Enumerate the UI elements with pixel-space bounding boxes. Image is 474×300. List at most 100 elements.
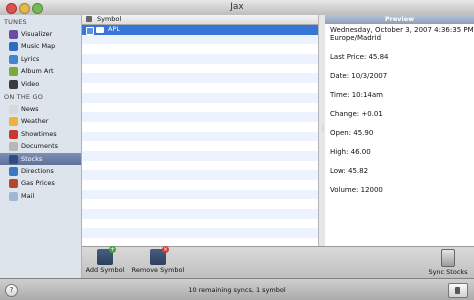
preview-time: Time: 10:14am bbox=[330, 91, 383, 99]
app-window: Jax TUNES Visualizer Music Map Lyrics Album … bbox=[0, 0, 474, 300]
sidebar-item-label: Video bbox=[21, 79, 40, 88]
preview-high: High: 46.00 bbox=[330, 148, 371, 156]
empty-row bbox=[82, 54, 318, 64]
window-title: Jax bbox=[230, 2, 244, 12]
title-bar: Jax bbox=[0, 0, 474, 16]
sidebar-item-label: Weather bbox=[21, 117, 49, 126]
sidebar-section-header: TUNES bbox=[4, 18, 27, 26]
empty-row bbox=[82, 83, 318, 93]
sidebar-item-weather[interactable]: Weather bbox=[0, 115, 81, 127]
sync-stocks-button[interactable]: Sync Stocks bbox=[426, 249, 470, 276]
empty-row bbox=[82, 73, 318, 84]
preview-low: Low: 45.82 bbox=[330, 167, 369, 175]
empty-row bbox=[82, 238, 318, 246]
music-map-icon bbox=[9, 42, 18, 52]
column-header-label: Symbol bbox=[97, 15, 122, 23]
sidebar-item-visualizer[interactable]: Visualizer bbox=[0, 28, 81, 40]
album-art-icon bbox=[9, 67, 18, 77]
empty-row bbox=[82, 170, 318, 180]
empty-row bbox=[82, 141, 318, 151]
empty-row bbox=[82, 150, 318, 161]
sidebar-item-lyrics[interactable]: Lyrics bbox=[0, 53, 81, 65]
empty-row bbox=[82, 161, 318, 171]
bottom-toolbar: + Add Symbol × Remove Symbol Sync Stocks bbox=[82, 246, 474, 279]
empty-row bbox=[82, 34, 318, 45]
directions-icon bbox=[9, 166, 18, 176]
remove-symbol-button[interactable]: × Remove Symbol bbox=[130, 246, 186, 274]
symbol-list[interactable]: Symbol APL bbox=[82, 15, 318, 246]
sync-stocks-label: Sync Stocks bbox=[428, 268, 468, 276]
minimize-window-button[interactable] bbox=[19, 3, 30, 14]
preview-header: Preview bbox=[325, 15, 474, 24]
empty-row bbox=[82, 199, 318, 209]
stock-chart-remove-icon: × bbox=[150, 246, 169, 265]
device-button[interactable] bbox=[448, 283, 468, 298]
empty-row bbox=[82, 64, 318, 74]
status-bar: ? 10 remaining syncs, 1 symbol bbox=[0, 278, 474, 300]
sidebar-item-label: Lyrics bbox=[21, 54, 40, 63]
empty-row bbox=[82, 92, 318, 103]
sidebar-item-album-art[interactable]: Album Art bbox=[0, 65, 81, 77]
empty-row bbox=[82, 209, 318, 219]
sidebar-item-stocks[interactable]: Stocks bbox=[0, 152, 81, 165]
sidebar-item-label: Music Map bbox=[21, 42, 56, 51]
remove-symbol-label: Remove Symbol bbox=[131, 266, 185, 274]
sidebar: TUNES Visualizer Music Map Lyrics Album Art V… bbox=[0, 15, 82, 278]
symbol-rows: APL bbox=[82, 25, 318, 246]
sidebar-section-header: ON THE GO bbox=[4, 92, 44, 101]
documents-icon bbox=[9, 142, 18, 152]
lyrics-icon bbox=[9, 54, 18, 64]
empty-row bbox=[82, 228, 318, 239]
sidebar-item-showtimes[interactable]: Showtimes bbox=[0, 128, 81, 140]
zoom-window-button[interactable] bbox=[32, 3, 43, 14]
add-symbol-label: Add Symbol bbox=[85, 266, 125, 274]
sidebar-item-label: Gas Prices bbox=[21, 179, 55, 188]
empty-row bbox=[82, 180, 318, 190]
sidebar-item-mail[interactable]: Mail bbox=[0, 190, 81, 202]
sidebar-item-directions[interactable]: Directions bbox=[0, 165, 81, 177]
sidebar-item-label: Documents bbox=[21, 142, 59, 151]
news-icon bbox=[9, 104, 18, 114]
sidebar-item-label: Showtimes bbox=[21, 129, 57, 138]
empty-row bbox=[82, 219, 318, 229]
empty-row bbox=[82, 44, 318, 54]
mail-icon bbox=[9, 191, 18, 201]
preview-open: Open: 45.90 bbox=[330, 129, 374, 137]
sidebar-item-label: Mail bbox=[21, 191, 35, 200]
sidebar-item-label: Stocks bbox=[21, 154, 43, 163]
empty-row bbox=[82, 103, 318, 113]
plus-icon: + bbox=[109, 246, 116, 253]
preview-date-line: Wednesday, October 3, 2007 4:36:35 PM bbox=[330, 26, 474, 34]
stock-symbol-icon bbox=[96, 27, 104, 33]
phone-sync-icon bbox=[441, 249, 455, 267]
sidebar-item-label: Album Art bbox=[21, 67, 54, 76]
preview-last-price: Last Price: 45.84 bbox=[330, 53, 389, 61]
sidebar-item-video[interactable]: Video bbox=[0, 78, 81, 90]
status-text: 10 remaining syncs, 1 symbol bbox=[188, 286, 286, 294]
add-symbol-button[interactable]: + Add Symbol bbox=[84, 246, 126, 274]
empty-row bbox=[82, 189, 318, 200]
sidebar-item-gas-prices[interactable]: Gas Prices bbox=[0, 177, 81, 189]
sidebar-item-news[interactable]: News bbox=[0, 103, 81, 115]
preview-change: Change: +0.01 bbox=[330, 110, 383, 118]
preview-volume: Volume: 12000 bbox=[330, 186, 383, 194]
table-row[interactable]: APL bbox=[82, 25, 318, 35]
stock-chart-add-icon: + bbox=[97, 246, 116, 265]
sidebar-item-label: Visualizer bbox=[21, 30, 53, 38]
gas-prices-icon bbox=[9, 179, 18, 189]
empty-row bbox=[82, 131, 318, 142]
sidebar-item-music-map[interactable]: Music Map bbox=[0, 40, 81, 52]
close-window-button[interactable] bbox=[6, 3, 17, 14]
sidebar-item-documents[interactable]: Documents bbox=[0, 140, 81, 152]
stocks-icon bbox=[9, 154, 18, 164]
empty-row bbox=[82, 112, 318, 122]
visualizer-icon bbox=[9, 30, 18, 39]
sidebar-item-label: Directions bbox=[21, 166, 54, 175]
preview-pane: Preview Wednesday, October 3, 2007 4:36:… bbox=[325, 15, 474, 246]
column-header-symbol[interactable]: Symbol bbox=[82, 15, 318, 25]
weather-icon bbox=[9, 117, 18, 127]
preview-timezone: Europe/Madrid bbox=[330, 34, 382, 42]
remove-x-icon: × bbox=[162, 246, 169, 253]
video-icon bbox=[9, 79, 18, 89]
preview-date: Date: 10/3/2007 bbox=[330, 72, 388, 80]
